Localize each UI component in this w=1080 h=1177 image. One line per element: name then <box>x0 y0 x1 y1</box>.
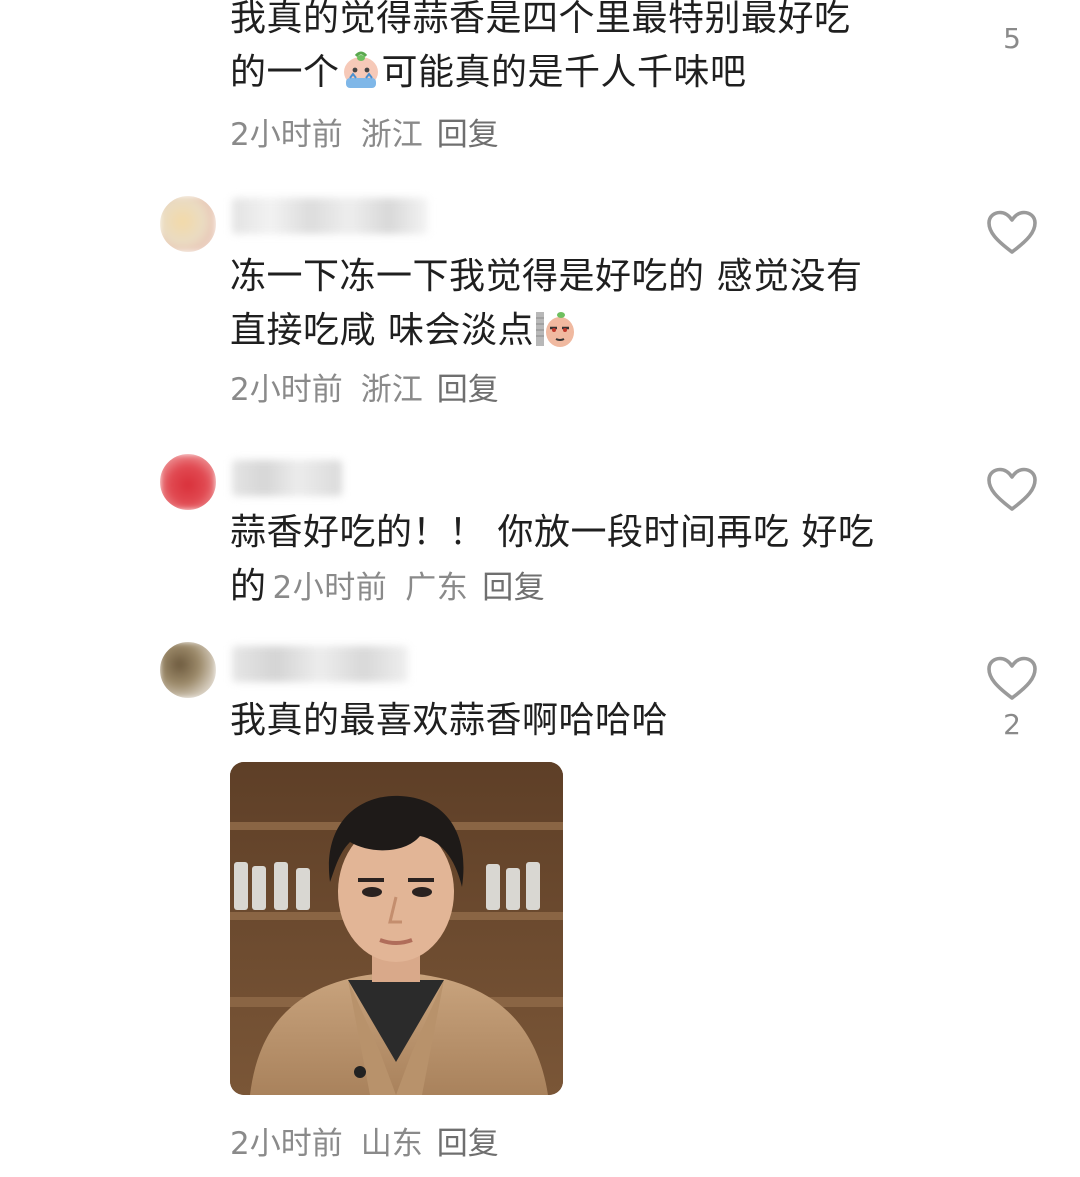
heart-outline-icon <box>987 467 1037 511</box>
comment-2-reply-button[interactable]: 回复 <box>437 370 499 410</box>
comment-3-meta: 2小时前 广东 回复 <box>273 570 546 606</box>
comment-4-meta: 2小时前 山东 回复 <box>230 1124 499 1164</box>
comment-4-time: 2小时前 <box>230 1126 343 1162</box>
comment-1-like-count: 5 <box>1003 22 1021 55</box>
username-redacted[interactable] <box>232 198 428 234</box>
username-redacted[interactable] <box>232 646 408 682</box>
comment-4-like-count: 2 <box>1003 708 1021 741</box>
comment-2-text: 冻一下冻一下我觉得是好吃的 感觉没有 直接吃咸 味会淡点 <box>230 250 930 358</box>
portrait-photo-image <box>230 762 563 1095</box>
heart-outline-icon <box>987 656 1037 700</box>
comment-2-time: 2小时前 <box>230 372 343 408</box>
comment-1-line-2b: 可能真的是千人千味吧 <box>381 52 747 93</box>
comment-2-location: 浙江 <box>360 372 423 408</box>
avatar[interactable] <box>160 642 216 698</box>
comment-3-reply-button[interactable]: 回复 <box>482 570 545 606</box>
comment-4-reply-button[interactable]: 回复 <box>437 1124 499 1164</box>
smirk-face-emoji-icon <box>535 312 574 347</box>
comment-4-line-1: 我真的最喜欢蒜香啊哈哈哈 <box>230 700 669 741</box>
avatar[interactable] <box>160 454 216 510</box>
comment-4-location: 山东 <box>360 1126 423 1162</box>
comment-1-line-2a: 的一个 <box>230 52 340 93</box>
comment-3-location: 广东 <box>405 570 469 606</box>
comment-2-line-2-text: 直接吃咸 味会淡点 <box>230 310 534 351</box>
comment-1-like-count-area[interactable]: 5 <box>986 16 1038 55</box>
comment-3-text: 蒜香好吃的！！ 你放一段时间再吃 好吃 的 2小时前 广东 回复 <box>230 506 930 615</box>
comment-1-meta: 2小时前 浙江 回复 <box>230 115 499 155</box>
comment-1-line-2: 的一个 可能真的是千人千味吧 <box>230 46 930 100</box>
comment-2-line-2: 直接吃咸 味会淡点 <box>230 304 930 358</box>
comment-3-line-2-text: 的 <box>230 566 267 607</box>
comment-1-reply-button[interactable]: 回复 <box>437 115 499 155</box>
avatar[interactable] <box>160 196 216 252</box>
comment-1-location: 浙江 <box>360 117 423 153</box>
comment-2-line-1: 冻一下冻一下我觉得是好吃的 感觉没有 <box>230 256 863 297</box>
comment-4-text: 我真的最喜欢蒜香啊哈哈哈 <box>230 694 930 748</box>
username-redacted[interactable] <box>232 460 342 496</box>
comment-1-text: 我真的觉得蒜香是四个里最特别最好吃 的一个 可能真的是千人千味吧 <box>230 0 930 100</box>
comment-3-line-2: 的 2小时前 广东 回复 <box>230 560 930 615</box>
comment-3-line-1: 蒜香好吃的！！ 你放一段时间再吃 好吃 <box>230 512 875 553</box>
comment-3-time: 2小时前 <box>272 570 388 606</box>
comment-2-like-button[interactable] <box>986 210 1038 262</box>
comment-1-time: 2小时前 <box>230 117 343 153</box>
comment-4-image[interactable] <box>230 762 563 1095</box>
comment-1-line-1: 我真的觉得蒜香是四个里最特别最好吃 <box>230 0 851 39</box>
comment-3-like-button[interactable] <box>986 467 1038 519</box>
crying-face-emoji-icon <box>343 51 378 88</box>
heart-outline-icon <box>987 210 1037 254</box>
comment-4-like-button[interactable]: 2 <box>986 656 1038 741</box>
comment-2-meta: 2小时前 浙江 回复 <box>230 370 499 410</box>
